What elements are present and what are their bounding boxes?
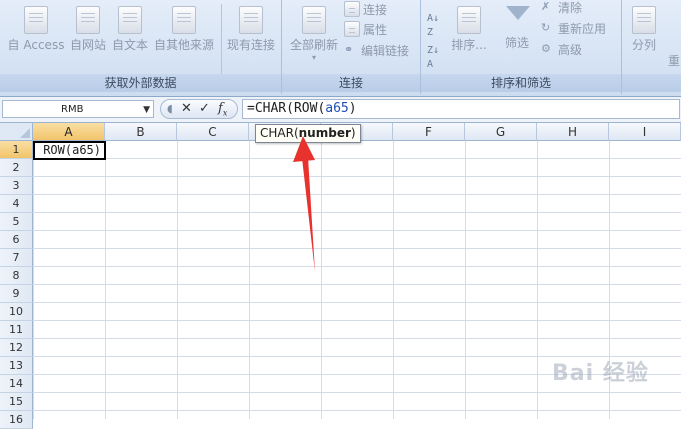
watermark: Bai 经验 xyxy=(552,361,649,386)
arrow-shaft xyxy=(302,157,315,272)
arrow-head xyxy=(293,136,315,162)
